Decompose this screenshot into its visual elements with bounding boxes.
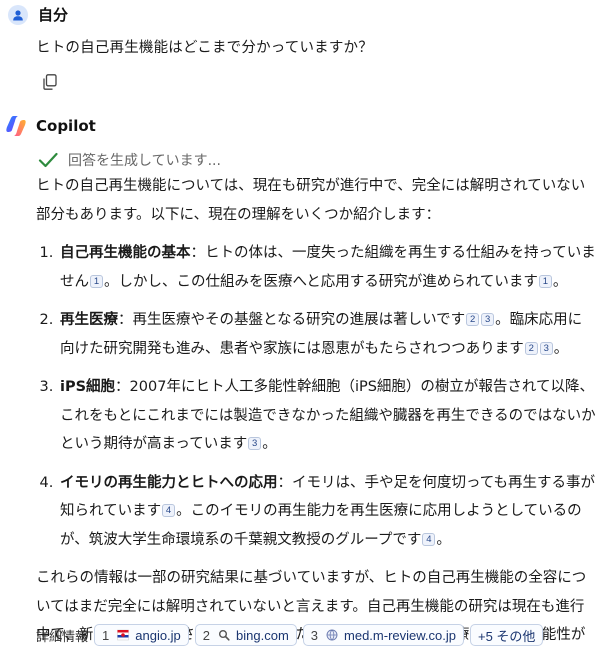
citation-badge[interactable]: 3 — [248, 437, 262, 450]
source-chip[interactable]: 2 bing.com — [194, 624, 297, 646]
source-site: med.m-review.co.jp — [344, 627, 456, 643]
source-site: angio.jp — [135, 627, 181, 643]
answer-list: 自己再生機能の基本：ヒトの体は、一度失った組織を再生する仕組みを持っていません1… — [36, 239, 596, 554]
user-header: 自分 — [8, 4, 68, 25]
globe-icon — [326, 629, 338, 641]
sources-label: 詳細情報 — [36, 629, 89, 645]
answer-list-item: iPS細胞：2007年にヒト人工多能性幹細胞（iPS細胞）の樹立が報告されて以降… — [58, 373, 596, 459]
source-number: 2 — [202, 627, 211, 643]
answer-text: 。 — [262, 436, 277, 452]
citation-badge[interactable]: 3 — [481, 313, 495, 326]
citation-badge[interactable]: 3 — [539, 341, 553, 355]
source-site: bing.com — [236, 627, 289, 643]
answer-text: 。 — [552, 273, 568, 290]
source-number: 1 — [102, 627, 110, 643]
citation-badge[interactable]: 4 — [162, 504, 176, 517]
answer-list-item: 再生医療：再生医療やその基盤となる研究の進展は著しいです23。臨床応用に向けた研… — [58, 306, 596, 363]
answer-text: 。 — [553, 340, 569, 357]
user-message: ヒトの自己再生機能はどこまで分かっていますか？ — [36, 40, 373, 56]
item-title: 自己再生機能の基本 — [60, 245, 191, 261]
answer-text: ：2007年にヒト人工多能性幹細胞（iPS細胞）の樹立が報告されて以降、これをも… — [60, 379, 596, 452]
flag-icon — [117, 629, 129, 641]
checkmark-icon — [38, 152, 58, 168]
citation-badge[interactable]: 4 — [422, 532, 436, 546]
copy-icon[interactable] — [40, 72, 60, 92]
citation-badge[interactable]: 2 — [524, 341, 538, 355]
answer-list-item: 自己再生機能の基本：ヒトの体は、一度失った組織を再生する仕組みを持っていません1… — [58, 239, 596, 296]
copilot-logo-icon — [6, 116, 26, 136]
sources-bar: 詳細情報 1 angio.jp 2 bing.com 3 med.m-review.co.… — [36, 624, 549, 646]
source-number: 3 — [310, 627, 319, 643]
citation-badge[interactable]: 2 — [466, 313, 480, 326]
answer-text: 。しかし、この仕組みを医療へと応用する研究が進められています — [104, 273, 538, 290]
search-icon — [218, 629, 230, 641]
source-chip[interactable]: 1 angio.jp — [94, 624, 189, 646]
source-chip[interactable]: 3 med.m-review.co.jp — [302, 624, 464, 646]
user-name: 自分 — [38, 6, 69, 24]
answer-body: ヒトの自己再生機能については、現在も研究が進行中で、完全には解明されていない部分… — [36, 172, 596, 653]
item-title: 再生医療 — [60, 312, 118, 328]
user-avatar-icon — [8, 4, 28, 25]
citation-badge[interactable]: 1 — [538, 274, 552, 288]
item-title: イモリの再生能力とヒトへの応用 — [60, 474, 278, 491]
generation-status: 回答を生成しています... — [38, 150, 221, 170]
copilot-name: Copilot — [36, 117, 96, 135]
answer-intro: ヒトの自己再生機能については、現在も研究が進行中で、完全には解明されていない部分… — [36, 178, 586, 223]
citation-badge[interactable]: 1 — [90, 274, 103, 288]
answer-text: 。 — [436, 531, 451, 548]
item-title: iPS細胞 — [60, 379, 116, 395]
status-text: 回答を生成しています... — [68, 153, 221, 169]
answer-text: ：再生医療やその基盤となる研究の進展は著しいです — [118, 312, 466, 328]
answer-list-item: イモリの再生能力とヒトへの応用：イモリは、手や足を何度切っても再生する事が知られ… — [58, 469, 596, 555]
more-sources-button[interactable]: +5 その他 — [470, 624, 544, 646]
copilot-header: Copilot — [4, 114, 96, 138]
